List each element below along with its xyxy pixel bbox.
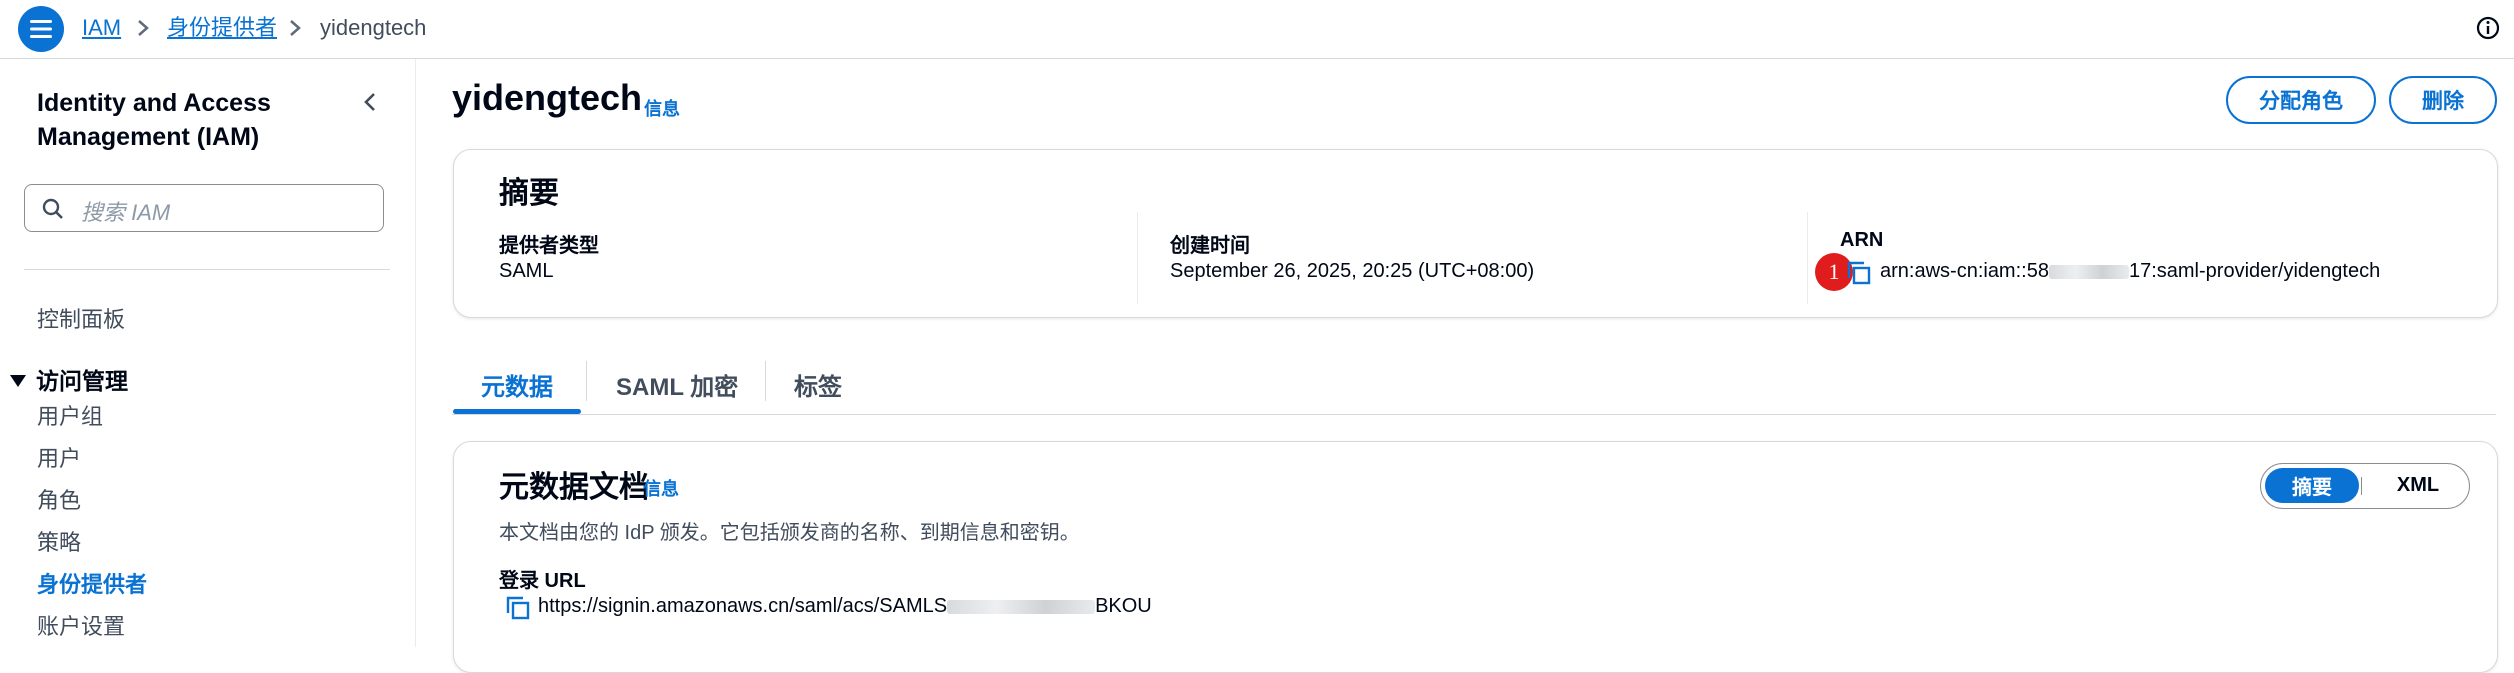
summary-heading: 摘要	[499, 177, 559, 210]
redacted-segment	[2048, 264, 2129, 279]
toggle-summary-option[interactable]: 摘要	[2265, 468, 2359, 503]
caret-down-icon	[10, 375, 26, 387]
arn-prefix: arn:aws-cn:iam::58	[1880, 260, 2049, 282]
search-icon	[42, 198, 63, 219]
login-url-prefix: https://signin.amazonaws.cn/saml/acs/SAM…	[538, 595, 948, 617]
column-divider	[1137, 212, 1138, 304]
sidebar-item-dashboard[interactable]: 控制面板	[37, 306, 125, 334]
arn-suffix: 17:saml-provider/yidengtech	[2128, 260, 2381, 282]
top-navigation-bar: IAM 身份提供者 yidengtech	[0, 0, 2514, 59]
created-time-label: 创建时间	[1170, 235, 1250, 257]
delete-button[interactable]: 删除	[2389, 76, 2497, 124]
created-time-value: September 26, 2025, 20:25 (UTC+08:00)	[1170, 260, 1535, 282]
chevron-right-icon	[290, 20, 301, 36]
breadcrumb-current: yidengtech	[320, 15, 427, 40]
copy-icon[interactable]	[505, 595, 531, 621]
sidebar-group-access-management[interactable]: 访问管理	[10, 362, 128, 396]
menu-icon	[30, 20, 52, 38]
info-circle-icon[interactable]	[2474, 14, 2502, 42]
chevron-right-icon	[138, 20, 149, 36]
login-url-label: 登录 URL	[499, 570, 586, 592]
search-input[interactable]: 搜索 IAM	[24, 184, 384, 232]
sidebar-item-users[interactable]: 用户	[37, 445, 81, 473]
view-toggle: 摘要 XML	[2260, 463, 2470, 509]
metadata-card: 元数据文档 信息 本文档由您的 IdP 颁发。它包括颁发商的名称、到期信息和密钥…	[453, 441, 2498, 673]
sidebar-divider	[24, 269, 390, 270]
tab-saml-encryption[interactable]: SAML 加密	[616, 367, 738, 402]
service-title[interactable]: Identity and Access Management (IAM)	[37, 86, 337, 154]
toggle-separator	[2361, 477, 2362, 495]
breadcrumb-identity-providers-link[interactable]: 身份提供者	[167, 14, 277, 42]
redacted-segment	[947, 599, 1096, 614]
copy-icon[interactable]	[1846, 260, 1872, 286]
page-title: yidengtech	[452, 77, 643, 118]
summary-card: 摘要 提供者类型 SAML 创建时间 September 26, 2025, 2…	[453, 149, 2498, 318]
hamburger-menu-button[interactable]	[18, 6, 64, 52]
column-divider	[1807, 212, 1808, 304]
tab-separator	[765, 361, 766, 401]
metadata-heading: 元数据文档	[499, 471, 649, 504]
collapse-sidebar-icon[interactable]	[358, 89, 384, 115]
provider-type-value: SAML	[499, 260, 554, 282]
metadata-info-link[interactable]: 信息	[643, 475, 679, 501]
page-info-link[interactable]: 信息	[644, 95, 680, 121]
sidebar-group-label: 访问管理	[36, 368, 128, 394]
login-url-value: https://signin.amazonaws.cn/saml/acs/SAM…	[538, 595, 1152, 618]
search-placeholder: 搜索 IAM	[81, 200, 171, 225]
metadata-description: 本文档由您的 IdP 颁发。它包括颁发商的名称、到期信息和密钥。	[499, 522, 1080, 544]
tab-tags[interactable]: 标签	[794, 367, 842, 402]
tabs-baseline	[452, 414, 2496, 415]
tab-metadata[interactable]: 元数据	[481, 367, 553, 402]
sidebar-item-user-groups[interactable]: 用户组	[37, 403, 103, 431]
sidebar-item-account-settings[interactable]: 账户设置	[37, 613, 125, 641]
sidebar: Identity and Access Management (IAM) 搜索 …	[0, 59, 416, 647]
arn-value: arn:aws-cn:iam::58 17:saml-provider/yiden…	[1880, 260, 2380, 283]
assign-role-button[interactable]: 分配角色	[2226, 76, 2376, 124]
sidebar-item-policies[interactable]: 策略	[37, 529, 81, 557]
login-url-suffix: BKOU	[1095, 595, 1152, 617]
main-content: yidengtech 信息 分配角色 删除 摘要 提供者类型 SAML 创建时间…	[416, 59, 2514, 673]
provider-type-label: 提供者类型	[499, 235, 599, 257]
tab-separator	[586, 361, 587, 401]
toggle-xml-option[interactable]: XML	[2373, 468, 2463, 503]
sidebar-item-identity-providers[interactable]: 身份提供者	[37, 571, 147, 599]
arn-label: ARN	[1840, 229, 1884, 251]
breadcrumb-iam-link[interactable]: IAM	[82, 14, 121, 42]
sidebar-item-roles[interactable]: 角色	[37, 487, 81, 515]
